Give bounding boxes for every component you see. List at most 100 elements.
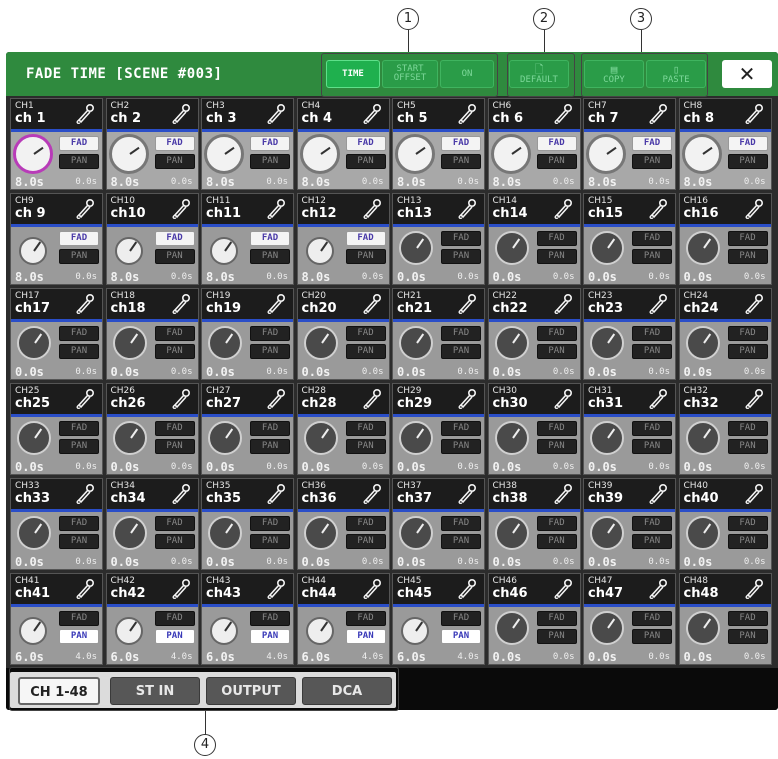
channel-cell[interactable]: CH20 ch20 FAD PAN 0.0s 0.0s [296, 288, 390, 380]
pan-toggle[interactable]: PAN [727, 154, 768, 169]
pan-toggle[interactable]: PAN [154, 629, 195, 644]
fade-time-knob[interactable] [685, 611, 720, 645]
fad-toggle[interactable]: FAD [250, 611, 290, 626]
fade-time-knob[interactable] [494, 516, 529, 550]
fad-toggle[interactable]: FAD [536, 136, 577, 151]
fad-toggle[interactable]: FAD [441, 326, 481, 341]
fade-time-knob[interactable] [399, 231, 433, 265]
fade-time-knob[interactable] [112, 516, 147, 550]
fade-time-knob[interactable] [685, 516, 720, 550]
fad-toggle[interactable]: FAD [727, 326, 768, 341]
fade-time-knob[interactable] [590, 611, 624, 645]
fad-toggle[interactable]: FAD [59, 326, 99, 341]
fade-time-knob[interactable] [112, 326, 147, 360]
pan-toggle[interactable]: PAN [250, 344, 290, 359]
fad-toggle[interactable]: FAD [441, 136, 481, 151]
fade-time-knob[interactable] [494, 611, 529, 645]
fade-time-knob[interactable] [17, 326, 51, 360]
pan-toggle[interactable]: PAN [441, 249, 481, 264]
fad-toggle[interactable]: FAD [250, 231, 290, 246]
channel-cell[interactable]: CH38 ch38 FAD PAN 0.0s 0.0s [487, 478, 581, 570]
fade-time-knob[interactable] [17, 516, 51, 550]
channel-cell[interactable]: CH48 ch48 FAD PAN 0.0s 0.0s [678, 573, 772, 665]
fade-time-knob[interactable] [299, 134, 340, 174]
pan-toggle[interactable]: PAN [154, 249, 195, 264]
pan-toggle[interactable]: PAN [727, 629, 768, 644]
fad-toggle[interactable]: FAD [59, 136, 99, 151]
channel-cell[interactable]: CH12 ch12 FAD PAN 8.0s 0.0s [296, 193, 390, 285]
pan-toggle[interactable]: PAN [59, 439, 99, 454]
pan-toggle[interactable]: PAN [632, 439, 672, 454]
pan-toggle[interactable]: PAN [59, 154, 99, 169]
fade-time-knob[interactable] [490, 134, 531, 174]
pan-toggle[interactable]: PAN [632, 629, 672, 644]
fade-time-knob[interactable] [13, 134, 53, 174]
channel-cell[interactable]: CH35 ch35 FAD PAN 0.0s 0.0s [201, 478, 294, 570]
fade-time-knob[interactable] [303, 516, 338, 550]
pan-toggle[interactable]: PAN [154, 344, 195, 359]
pan-toggle[interactable]: PAN [441, 629, 481, 644]
fade-time-knob[interactable] [208, 326, 242, 360]
fad-toggle[interactable]: FAD [59, 421, 99, 436]
pan-toggle[interactable]: PAN [441, 344, 481, 359]
channel-cell[interactable]: CH6 ch 6 FAD PAN 8.0s 0.0s [487, 98, 581, 190]
fade-time-knob[interactable] [395, 134, 435, 174]
fade-time-knob[interactable] [305, 617, 334, 645]
channel-cell[interactable]: CH33 ch33 FAD PAN 0.0s 0.0s [10, 478, 103, 570]
fade-time-knob[interactable] [590, 326, 624, 360]
pan-toggle[interactable]: PAN [536, 154, 577, 169]
fade-time-knob[interactable] [590, 421, 624, 455]
pan-toggle[interactable]: PAN [345, 154, 386, 169]
fade-time-knob[interactable] [399, 421, 433, 455]
fad-toggle[interactable]: FAD [154, 326, 195, 341]
fad-toggle[interactable]: FAD [632, 611, 672, 626]
pan-toggle[interactable]: PAN [441, 439, 481, 454]
channel-cell[interactable]: CH1 ch 1 FAD PAN 8.0s 0.0s [10, 98, 103, 190]
fade-time-knob[interactable] [399, 326, 433, 360]
pan-toggle[interactable]: PAN [536, 344, 577, 359]
pan-toggle[interactable]: PAN [250, 439, 290, 454]
fade-time-knob[interactable] [19, 237, 47, 265]
channel-cell[interactable]: CH32 ch32 FAD PAN 0.0s 0.0s [678, 383, 772, 475]
pan-toggle[interactable]: PAN [345, 534, 386, 549]
channel-cell[interactable]: CH8 ch 8 FAD PAN 8.0s 0.0s [678, 98, 772, 190]
channel-cell[interactable]: CH9 ch 9 FAD PAN 8.0s 0.0s [10, 193, 103, 285]
fad-toggle[interactable]: FAD [632, 231, 672, 246]
pan-toggle[interactable]: PAN [441, 154, 481, 169]
fad-toggle[interactable]: FAD [59, 516, 99, 531]
channel-cell[interactable]: CH29 ch29 FAD PAN 0.0s 0.0s [392, 383, 485, 475]
channel-cell[interactable]: CH15 ch15 FAD PAN 0.0s 0.0s [583, 193, 676, 285]
fade-time-knob[interactable] [208, 516, 242, 550]
fad-toggle[interactable]: FAD [536, 326, 577, 341]
fad-toggle[interactable]: FAD [441, 421, 481, 436]
fad-toggle[interactable]: FAD [441, 516, 481, 531]
pan-toggle[interactable]: PAN [250, 154, 290, 169]
fad-toggle[interactable]: FAD [250, 136, 290, 151]
fad-toggle[interactable]: FAD [441, 231, 481, 246]
fad-toggle[interactable]: FAD [59, 231, 99, 246]
pan-toggle[interactable]: PAN [632, 344, 672, 359]
fade-time-knob[interactable] [204, 134, 244, 174]
fad-toggle[interactable]: FAD [154, 136, 195, 151]
pan-toggle[interactable]: PAN [59, 344, 99, 359]
fade-time-knob[interactable] [685, 326, 720, 360]
pan-toggle[interactable]: PAN [345, 249, 386, 264]
fade-time-knob[interactable] [303, 421, 338, 455]
pan-toggle[interactable]: PAN [536, 534, 577, 549]
fad-toggle[interactable]: FAD [154, 516, 195, 531]
fade-time-knob[interactable] [401, 617, 429, 645]
channel-cell[interactable]: CH34 ch34 FAD PAN 0.0s 0.0s [105, 478, 199, 570]
fad-toggle[interactable]: FAD [536, 231, 577, 246]
pan-toggle[interactable]: PAN [59, 534, 99, 549]
fad-toggle[interactable]: FAD [345, 231, 386, 246]
pan-toggle[interactable]: PAN [727, 344, 768, 359]
pan-toggle[interactable]: PAN [154, 439, 195, 454]
pan-toggle[interactable]: PAN [250, 629, 290, 644]
fade-time-knob[interactable] [303, 326, 338, 360]
fad-toggle[interactable]: FAD [59, 611, 99, 626]
fade-time-knob[interactable] [399, 516, 433, 550]
fade-time-knob[interactable] [112, 421, 147, 455]
channel-cell[interactable]: CH2 ch 2 FAD PAN 8.0s 0.0s [105, 98, 199, 190]
pan-toggle[interactable]: PAN [441, 534, 481, 549]
channel-cell[interactable]: CH14 ch14 FAD PAN 0.0s 0.0s [487, 193, 581, 285]
